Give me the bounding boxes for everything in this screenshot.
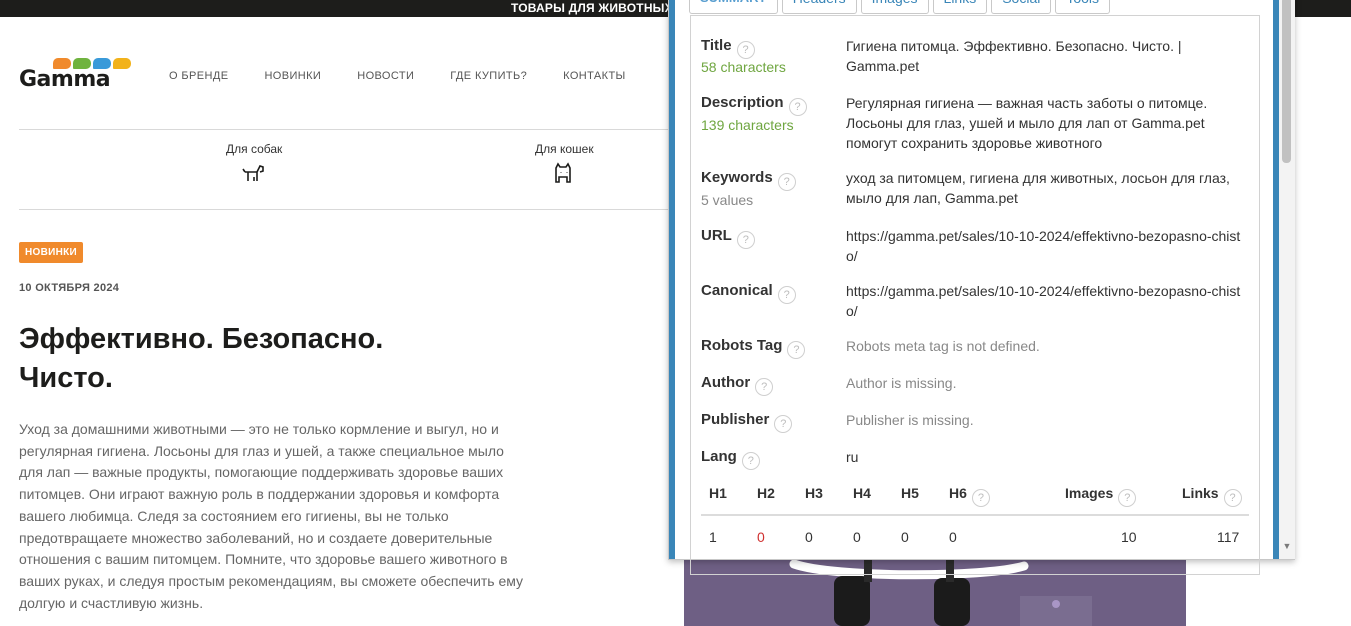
help-icon[interactable]: ?	[788, 98, 807, 116]
nav-item-where-to-buy[interactable]: ГДЕ КУПИТЬ?	[450, 70, 527, 82]
publisher-label: Publisher?	[701, 411, 793, 433]
help-icon[interactable]: ?	[777, 173, 796, 191]
logo-dot-yellow	[113, 58, 131, 69]
popup-border-left	[669, 0, 675, 559]
table-cell-h1: 1	[709, 529, 717, 545]
canonical-label: Canonical?	[701, 282, 796, 304]
category-label: Для кошек	[535, 142, 594, 156]
tab-bar: Summary Headers Images Links Social Tool…	[689, 0, 1114, 14]
status-badge[interactable]: НОВИНКИ	[19, 242, 84, 263]
top-bar-text: ТОВАРЫ ДЛЯ ЖИВОТНЫХ	[511, 1, 673, 15]
description-label: Description?	[701, 94, 807, 116]
category-dogs[interactable]: Для собак	[226, 142, 282, 186]
table-cell-h4: 0	[853, 529, 861, 545]
article-body: Уход за домашними животными — это не тол…	[19, 421, 524, 611]
help-icon[interactable]: ?	[777, 286, 796, 304]
nav-item-news[interactable]: НОВОСТИ	[357, 70, 414, 82]
canonical-value[interactable]: https://gamma.pet/sales/10-10-2024/effek…	[846, 281, 1241, 321]
divider	[19, 209, 679, 210]
table-cell-h3: 0	[805, 529, 813, 545]
article-date: 10 ОКТЯБРЯ 2024	[19, 282, 120, 294]
scroll-down-arrow-icon[interactable]: ▼	[1281, 540, 1293, 552]
table-header-h1: H1	[709, 485, 727, 501]
tab-headers[interactable]: Headers	[781, 0, 857, 14]
nav-item-about[interactable]: О БРЕНДЕ	[169, 70, 228, 82]
table-cell-h5: 0	[901, 529, 909, 545]
page: ТОВАРЫ ДЛЯ ЖИВОТНЫХ Gamma О БРЕНДЕ НОВИН…	[0, 0, 1351, 626]
publisher-value: Publisher is missing.	[846, 412, 974, 428]
table-header-images: Images?	[1065, 485, 1137, 507]
scrollbar-thumb[interactable]	[1282, 0, 1291, 163]
help-icon[interactable]: ?	[774, 415, 793, 433]
nav-item-contacts[interactable]: КОНТАКТЫ	[563, 70, 626, 82]
category-label: Для собак	[226, 142, 283, 156]
author-label: Author?	[701, 374, 774, 396]
lang-label: Lang?	[701, 448, 760, 470]
title-label: Title?	[701, 37, 755, 59]
help-icon[interactable]: ?	[971, 489, 990, 507]
category-cats[interactable]: Для кошек	[535, 142, 594, 186]
seo-extension-popup: ▼ Summary Headers Images Links Social To…	[668, 0, 1295, 575]
description-char-count: 139 characters	[701, 117, 794, 133]
tab-social[interactable]: Social	[991, 0, 1052, 14]
main-nav: О БРЕНДЕ НОВИНКИ НОВОСТИ ГДЕ КУПИТЬ? КОН…	[169, 70, 662, 82]
nav-item-new[interactable]: НОВИНКИ	[264, 70, 321, 82]
table-divider	[701, 514, 1249, 516]
robots-tag-value: Robots meta tag is not defined.	[846, 338, 1040, 354]
tab-tools[interactable]: Tools	[1055, 0, 1111, 14]
table-header-h6: H6?	[949, 485, 990, 507]
table-header-links: Links?	[1182, 485, 1242, 507]
tab-images[interactable]: Images	[860, 0, 929, 14]
title-char-count: 58 characters	[701, 59, 786, 75]
title-value: Гигиена питомца. Эффективно. Безопасно. …	[846, 38, 1182, 74]
table-cell-images: 10	[1121, 529, 1137, 545]
help-icon[interactable]: ?	[1118, 489, 1137, 507]
author-value: Author is missing.	[846, 375, 957, 391]
dog-icon	[242, 165, 264, 181]
tab-summary[interactable]: Summary	[689, 0, 778, 14]
table-header-h3: H3	[805, 485, 823, 501]
lang-value: ru	[846, 449, 859, 465]
tab-links[interactable]: Links	[932, 0, 988, 14]
description-value: Регулярная гигиена — важная часть заботы…	[846, 95, 1208, 151]
table-cell-links: 117	[1217, 529, 1240, 545]
help-icon[interactable]: ?	[755, 378, 774, 396]
table-header-h5: H5	[901, 485, 919, 501]
help-icon[interactable]: ?	[787, 341, 806, 359]
url-value[interactable]: https://gamma.pet/sales/10-10-2024/effek…	[846, 226, 1241, 266]
help-icon[interactable]: ?	[736, 41, 755, 59]
help-icon[interactable]: ?	[1223, 489, 1242, 507]
table-header-h4: H4	[853, 485, 871, 501]
robots-tag-label: Robots Tag?	[701, 337, 806, 359]
cat-icon	[555, 162, 572, 183]
keywords-value: уход за питомцем, гигиена для животных, …	[846, 170, 1230, 206]
help-icon[interactable]: ?	[741, 452, 760, 470]
logo-wordmark: Gamma	[19, 67, 111, 92]
keywords-count: 5 values	[701, 192, 754, 208]
site-logo[interactable]: Gamma	[19, 56, 131, 92]
page-title: Эффективно. Безопасно. Чисто.	[19, 323, 384, 394]
url-label: URL?	[701, 227, 755, 249]
divider	[19, 129, 679, 130]
table-header-h2: H2	[757, 485, 775, 501]
help-icon[interactable]: ?	[736, 231, 755, 249]
table-cell-h2: 0	[757, 529, 765, 545]
table-cell-h6: 0	[949, 529, 957, 545]
keywords-label: Keywords?	[701, 169, 796, 191]
